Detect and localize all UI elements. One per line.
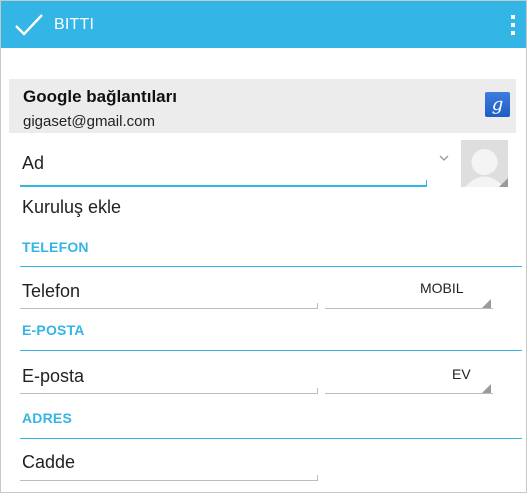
phone-underline xyxy=(20,308,318,309)
spinner-arrow-icon xyxy=(482,384,491,393)
email-section-line xyxy=(20,350,522,351)
chevron-down-icon[interactable] xyxy=(439,153,449,163)
email-input-placeholder: E-posta xyxy=(22,366,85,386)
street-underline-tick xyxy=(317,475,318,480)
account-header: Google bağlantıları gigaset@gmail.com g xyxy=(9,79,516,133)
phone-section-title: TELEFON xyxy=(22,239,89,255)
done-label: BITTI xyxy=(54,16,95,33)
email-type-label: EV xyxy=(452,366,471,382)
address-section-title: ADRES xyxy=(22,410,73,426)
spinner-arrow-icon xyxy=(482,299,491,308)
email-underline-tick xyxy=(317,388,318,393)
name-input-text: Ad xyxy=(22,153,45,173)
email-underline xyxy=(20,393,318,394)
overflow-menu-icon[interactable] xyxy=(510,15,516,37)
street-input-placeholder: Cadde xyxy=(22,452,76,472)
account-email: gigaset@gmail.com xyxy=(23,113,155,130)
name-underline-tick xyxy=(426,180,427,186)
phone-type-label: MOBIL xyxy=(420,280,464,296)
add-organization-link[interactable]: Kuruluş ekle xyxy=(22,197,121,218)
phone-type-underline xyxy=(325,308,493,309)
account-title: Google bağlantıları xyxy=(23,87,177,106)
phone-input-placeholder: Telefon xyxy=(22,281,81,301)
street-underline xyxy=(20,480,318,481)
address-section-line xyxy=(20,438,522,439)
google-icon: g xyxy=(485,92,510,117)
phone-section-line xyxy=(20,266,522,267)
email-type-underline xyxy=(325,393,493,394)
photo-corner xyxy=(499,178,508,187)
action-bar: BITTI xyxy=(1,1,526,48)
name-underline xyxy=(20,185,427,187)
contact-photo-icon[interactable] xyxy=(461,140,508,187)
check-icon xyxy=(15,14,43,36)
email-section-title: E-POSTA xyxy=(22,322,85,338)
phone-underline-tick xyxy=(317,303,318,308)
